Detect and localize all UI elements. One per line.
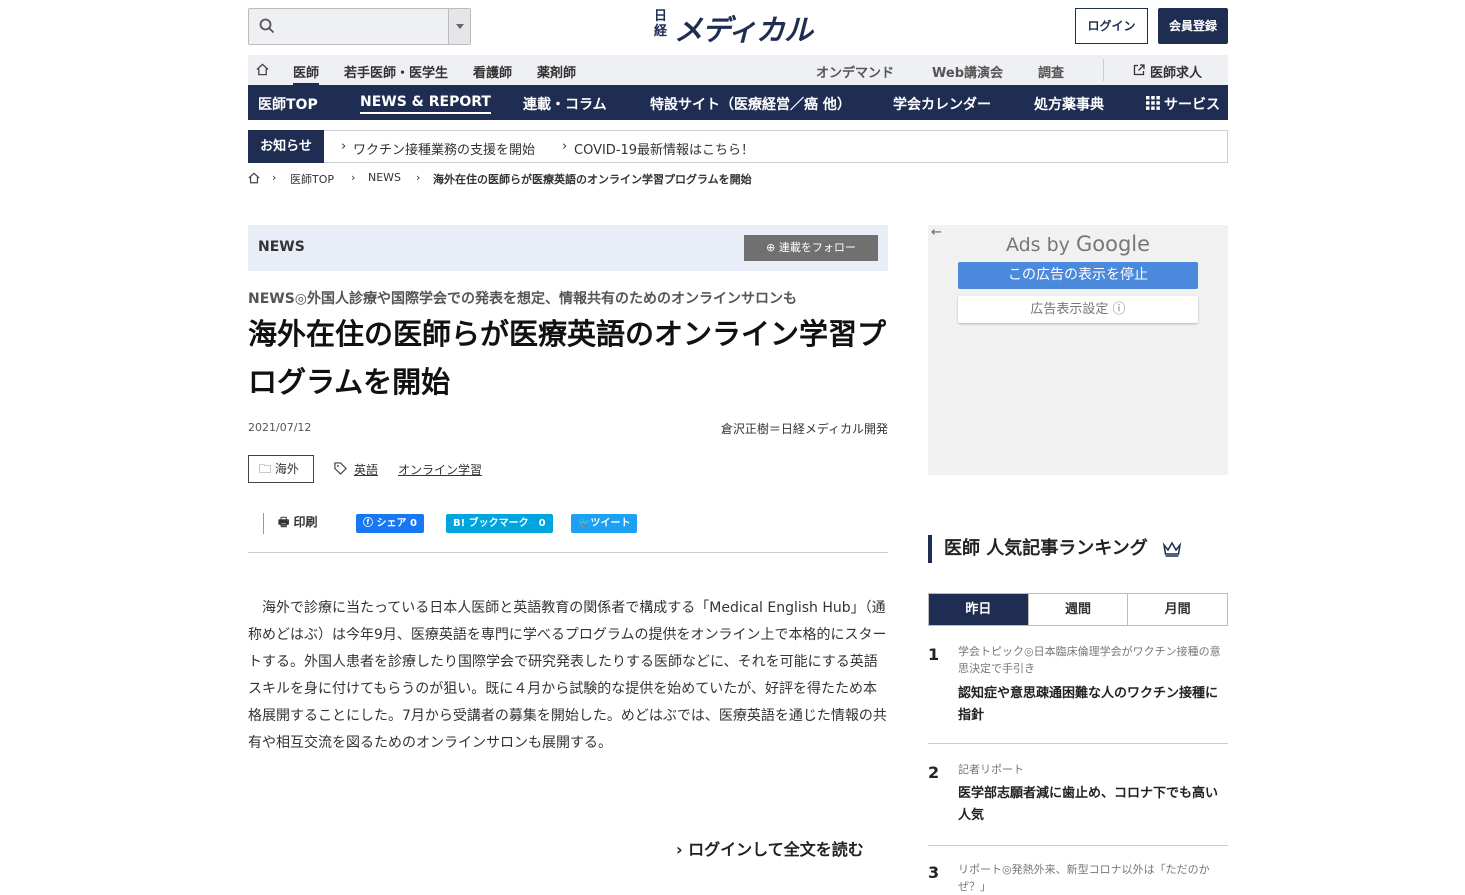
read-more-label: ログインして全文を読む [688, 840, 864, 859]
rank-category: 記者リポート [958, 763, 1024, 776]
subnav-survey[interactable]: 調査 [1038, 62, 1064, 81]
chevron-right-icon: › [341, 139, 347, 154]
ad-panel: ← Ads by Google この広告の表示を停止 広告表示設定 ⓘ [928, 225, 1228, 475]
section-label: NEWS [258, 239, 305, 255]
rank-number: 1 [928, 645, 940, 664]
nav-doctor-top[interactable]: 医師TOP [258, 94, 318, 114]
divider [928, 743, 1228, 744]
stop-ad-button[interactable]: この広告の表示を停止 [958, 262, 1198, 289]
rank-category: 学会トピック◎日本臨床倫理学会がワクチン接種の意思決定で手引き [958, 645, 1221, 675]
hatena-bookmark-button[interactable]: B! ブックマーク 0 [446, 514, 553, 533]
divider [928, 845, 1228, 846]
grid-icon [1146, 96, 1160, 110]
rank-headline: 医学部志願者減に歯止め、コロナ下でも高い人気 [958, 786, 1219, 823]
search-dropdown-button[interactable] [448, 9, 470, 44]
tweet-label: ツイート [590, 518, 631, 529]
ranking-item[interactable]: 2 記者リポート 医学部志願者減に歯止め、コロナ下でも高い人気 [928, 761, 1228, 831]
notice-item-covid[interactable]: COVID-19最新情報はこちら！ [574, 139, 754, 158]
tweet-button[interactable]: 🐦ツイート [571, 514, 638, 533]
ads-by-google: Ads by Google [1005, 232, 1151, 256]
article-body: 海外で診療に当たっている日本人医師と英語教育の関係者で構成する「Medical … [248, 600, 887, 751]
follow-label: 連載をフォロー [778, 241, 856, 254]
home-icon[interactable] [256, 63, 269, 76]
printer-icon: 🖶 [278, 515, 294, 529]
breadcrumb-current: 海外在住の医師らが医療英語のオンライン学習プログラムを開始 [433, 173, 752, 186]
divider [248, 552, 888, 553]
twitter-icon: 🐦 [578, 518, 591, 529]
article-author: 倉沢正樹＝日経メディカル開発 [720, 422, 888, 436]
nav-calendar[interactable]: 学会カレンダー [893, 94, 991, 114]
subnav-job[interactable]: 医師求人 [1150, 62, 1202, 81]
category-tag[interactable]: 🗀 海外 [248, 455, 314, 483]
chevron-right-icon: › [676, 840, 689, 859]
ranking-title-text: 医師 人気記事ランキング [944, 538, 1148, 559]
subnav-ondemand[interactable]: オンデマンド [816, 62, 894, 81]
site-logo[interactable]: 日経 メディカル [654, 9, 824, 47]
plus-circle-icon: ⊕ [766, 241, 779, 254]
article-title: 海外在住の医師らが医療英語のオンライン学習プログラムを開始 [248, 317, 887, 399]
notice-bar: お知らせ › ワクチン接種業務の支援を開始 › COVID-19最新情報はこちら… [248, 130, 1228, 163]
divider [1103, 59, 1104, 81]
nav-series[interactable]: 連載・コラム [523, 94, 607, 114]
facebook-share-label: シェア 0 [376, 518, 417, 529]
subnav-nurse[interactable]: 看護師 [473, 62, 512, 81]
external-link-icon [1133, 64, 1145, 76]
section-bar: NEWS ⊕ 連載をフォロー [248, 225, 888, 271]
logo-medical: メディカル [674, 13, 813, 47]
register-button[interactable]: 会員登録 [1158, 8, 1228, 44]
tab-weekly[interactable]: 週間 [1027, 594, 1128, 625]
facebook-icon: ⓕ [363, 518, 377, 529]
rank-number: 2 [928, 763, 940, 782]
tab-yesterday[interactable]: 昨日 [929, 594, 1028, 625]
rank-headline: 認知症や意思疎通困難な人のワクチン接種に指針 [958, 686, 1219, 723]
breadcrumb-doctor-top[interactable]: 医師TOP [290, 171, 334, 187]
chevron-right-icon: › [272, 171, 277, 184]
chevron-right-icon: › [562, 139, 568, 154]
category-label: 海外 [274, 462, 299, 476]
tab-monthly[interactable]: 月間 [1127, 594, 1227, 625]
folder-icon: 🗀 [259, 462, 272, 476]
chevron-right-icon: › [351, 171, 356, 184]
print-label: 印刷 [293, 515, 318, 529]
subnav-doctor[interactable]: 医師 [293, 62, 320, 85]
nav-special[interactable]: 特設サイト（医療経営／癌 他） [650, 94, 851, 114]
ranking-title: 医師 人気記事ランキング [928, 535, 1182, 563]
notice-item-vaccine[interactable]: ワクチン接種業務の支援を開始 [353, 139, 535, 158]
tag-icon [334, 462, 347, 475]
ranking-tabs: 昨日 週間 月間 [928, 593, 1228, 626]
subnav-pharmacist[interactable]: 薬剤師 [537, 62, 576, 81]
logo-nikkei: 日経 [654, 9, 668, 39]
nav-news-report[interactable]: NEWS & REPORT [360, 94, 491, 114]
search-icon [259, 18, 275, 34]
nav-services[interactable]: サービス [1164, 94, 1220, 114]
ranking-item[interactable]: 3 リポート◎発熱外来、新型コロナ以外は「ただのかぜ？」 [928, 861, 1228, 895]
facebook-share-button[interactable]: ⓕ シェア 0 [356, 514, 424, 533]
ad-settings-button[interactable]: 広告表示設定 ⓘ [958, 296, 1198, 323]
nav-drugs[interactable]: 処方薬事典 [1034, 94, 1104, 114]
chevron-right-icon: › [416, 171, 421, 184]
article-date: 2021/07/12 [248, 421, 312, 434]
tag-english[interactable]: 英語 [354, 461, 378, 478]
notice-label: お知らせ [248, 130, 324, 163]
rank-category: リポート◎発熱外来、新型コロナ以外は「ただのかぜ？」 [958, 863, 1210, 893]
breadcrumb-news[interactable]: NEWS [368, 171, 401, 184]
login-button[interactable]: ログイン [1075, 8, 1148, 44]
article-subtitle: NEWS◎外国人診療や国際学会での発表を想定、情報共有のためのオンラインサロンも [248, 291, 798, 307]
subnav-web-lecture[interactable]: Web講演会 [932, 62, 1003, 81]
audience-nav: 医師 若手医師・医学生 看護師 薬剤師 オンデマンド Web講演会 調査 医師求… [248, 55, 1228, 85]
ranking-item[interactable]: 1 学会トピック◎日本臨床倫理学会がワクチン接種の意思決定で手引き 認知症や意思… [928, 643, 1228, 733]
rank-number: 3 [928, 863, 940, 882]
crown-icon [1162, 541, 1182, 557]
login-read-more-link[interactable]: › ログインして全文を読む [676, 836, 864, 860]
print-button[interactable]: 🖶 印刷 [263, 513, 318, 534]
search-input[interactable] [248, 8, 471, 45]
main-nav: 医師TOP NEWS & REPORT 連載・コラム 特設サイト（医療経営／癌 … [248, 85, 1228, 120]
home-icon[interactable] [248, 172, 260, 184]
tag-online-learning[interactable]: オンライン学習 [398, 461, 482, 478]
subnav-young[interactable]: 若手医師・医学生 [344, 62, 448, 81]
follow-series-button[interactable]: ⊕ 連載をフォロー [744, 235, 878, 261]
